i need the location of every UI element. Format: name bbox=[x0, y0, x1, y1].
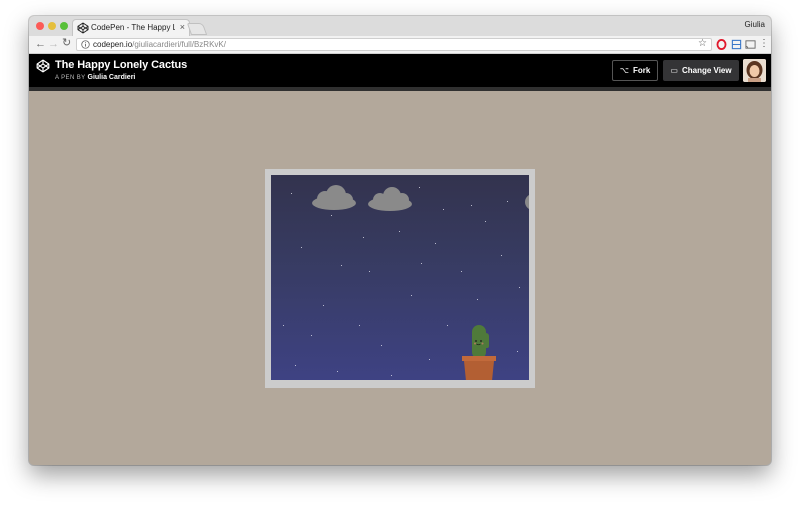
change-view-button[interactable]: ▭ Change View bbox=[663, 60, 739, 81]
pen-by-label: A PEN BY bbox=[55, 75, 86, 81]
sky-star bbox=[363, 237, 364, 238]
sky-star bbox=[477, 299, 478, 300]
sky-star bbox=[337, 371, 338, 372]
codepen-header: The Happy Lonely Cactus A PEN BY Giulia … bbox=[29, 54, 771, 87]
sky-star bbox=[369, 271, 370, 272]
url-path: /giuliacardieri/full/BzRKvK/ bbox=[132, 40, 226, 49]
sky-star bbox=[399, 231, 400, 232]
sky-star bbox=[331, 215, 332, 216]
url-text: codepen.io/giuliacardieri/full/BzRKvK/ bbox=[93, 40, 226, 50]
sky-star bbox=[461, 271, 462, 272]
sky-star bbox=[301, 247, 302, 248]
maximize-window-button[interactable] bbox=[60, 22, 68, 30]
pen-title: The Happy Lonely Cactus bbox=[55, 59, 188, 71]
navigation-bar: ← → ↻ codepen.io/giuliacardieri/full/BzR… bbox=[29, 36, 771, 54]
tab-title: CodePen - The Happy Lonely Cactus bbox=[91, 23, 175, 32]
window-frame bbox=[265, 169, 535, 388]
extension-icon[interactable] bbox=[731, 39, 742, 50]
sky-star bbox=[359, 325, 360, 326]
sky-star bbox=[419, 187, 420, 188]
browser-window: CodePen - The Happy Lonely Cactus × Giul… bbox=[29, 16, 771, 465]
sky-star bbox=[485, 221, 486, 222]
url-host: codepen.io bbox=[93, 40, 133, 49]
close-window-button[interactable] bbox=[36, 22, 44, 30]
pen-result-area bbox=[29, 91, 771, 465]
change-view-label: Change View bbox=[681, 66, 732, 75]
sky-star bbox=[435, 243, 436, 244]
sky-star bbox=[311, 335, 312, 336]
fork-label: Fork bbox=[632, 66, 651, 75]
sky-star bbox=[323, 305, 324, 306]
sky-star bbox=[295, 365, 296, 366]
reload-button[interactable]: ↻ bbox=[62, 37, 71, 49]
address-bar[interactable]: codepen.io/giuliacardieri/full/BzRKvK/ ☆ bbox=[76, 38, 712, 51]
change-view-icon: ▭ bbox=[670, 66, 678, 75]
avatar-image bbox=[743, 59, 766, 82]
pen-byline: A PEN BY Giulia Cardieri bbox=[55, 74, 135, 81]
cactus-in-pot bbox=[462, 325, 496, 380]
fork-button[interactable]: ⌥ Fork bbox=[612, 60, 658, 81]
close-tab-icon[interactable]: × bbox=[180, 22, 185, 32]
new-tab-button[interactable] bbox=[186, 23, 208, 35]
sky-star bbox=[507, 201, 508, 202]
cast-icon[interactable] bbox=[745, 39, 756, 50]
info-icon[interactable] bbox=[81, 40, 90, 49]
star-icon[interactable]: ☆ bbox=[698, 38, 707, 49]
sky-star bbox=[501, 255, 502, 256]
opera-icon[interactable] bbox=[716, 39, 727, 50]
sky-star bbox=[341, 265, 342, 266]
profile-name[interactable]: Giulia bbox=[745, 20, 765, 29]
sky-star bbox=[391, 375, 392, 376]
tab-bar: CodePen - The Happy Lonely Cactus × Giul… bbox=[29, 16, 771, 37]
sky-star bbox=[447, 325, 448, 326]
pen-author-link[interactable]: Giulia Cardieri bbox=[88, 74, 136, 81]
sky-star bbox=[291, 193, 292, 194]
menu-dots-icon[interactable]: ⋮ bbox=[759, 37, 769, 51]
sky-star bbox=[443, 209, 444, 210]
night-sky-scene bbox=[271, 175, 529, 380]
back-button[interactable]: ← bbox=[35, 38, 46, 50]
cloud bbox=[312, 185, 356, 210]
cloud bbox=[525, 195, 529, 209]
sky-star bbox=[411, 295, 412, 296]
fork-icon: ⌥ bbox=[619, 66, 629, 75]
sky-star bbox=[283, 325, 284, 326]
minimize-window-button[interactable] bbox=[48, 22, 56, 30]
codepen-logo-icon bbox=[77, 22, 89, 34]
browser-tab[interactable]: CodePen - The Happy Lonely Cactus × bbox=[72, 19, 190, 37]
sky-star bbox=[429, 359, 430, 360]
sky-star bbox=[519, 287, 520, 288]
sky-star bbox=[517, 351, 518, 352]
forward-button[interactable]: → bbox=[48, 38, 59, 50]
codepen-logo-icon[interactable] bbox=[36, 59, 50, 73]
avatar[interactable] bbox=[743, 59, 766, 82]
cloud bbox=[368, 187, 412, 211]
sky-star bbox=[381, 345, 382, 346]
sky-star bbox=[471, 205, 472, 206]
sky-star bbox=[421, 263, 422, 264]
